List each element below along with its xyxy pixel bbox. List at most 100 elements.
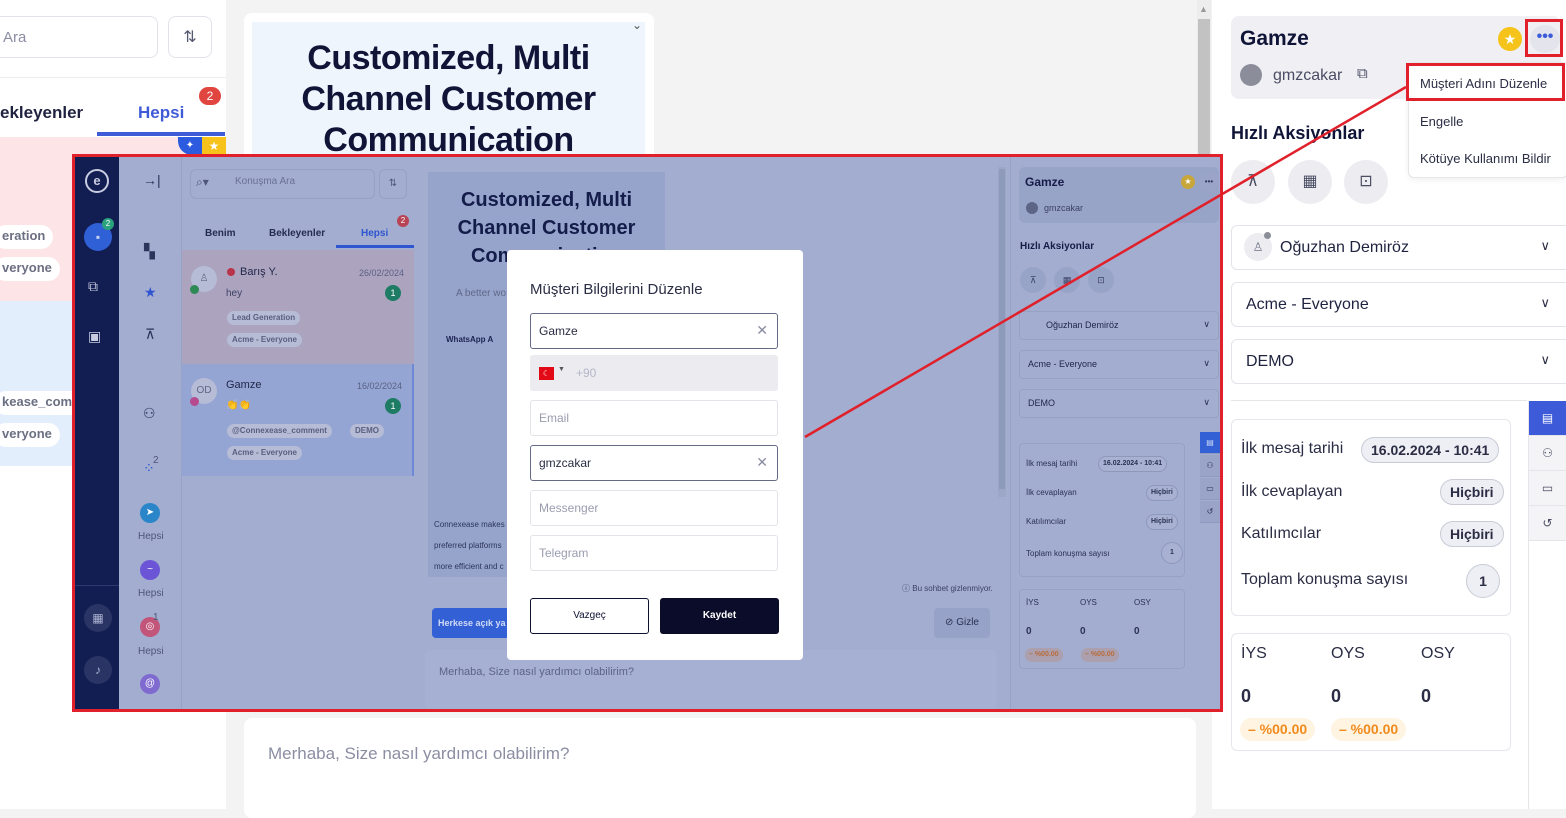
phone-input[interactable]: ☾ ▼ +90 xyxy=(530,355,778,391)
team-select[interactable]: Acme - Everyone ∨ xyxy=(1231,282,1566,327)
side-tab-conversations[interactable]: ▭ xyxy=(1200,478,1220,500)
agent-select[interactable]: Oğuzhan Demiröz ∨ xyxy=(1019,311,1219,340)
logo-icon: e xyxy=(85,169,109,193)
search-placeholder: Konuşma Ara xyxy=(235,176,296,187)
sort-button[interactable]: ⇅ xyxy=(379,169,407,199)
info-label: İlk cevaplayan xyxy=(1026,488,1077,497)
turkey-flag-icon[interactable]: ☾ xyxy=(539,367,554,380)
star-icon[interactable]: ★ xyxy=(1498,27,1522,51)
history-icon: ↺ xyxy=(1542,516,1553,530)
side-tab-history[interactable]: ↺ xyxy=(1200,501,1220,523)
clear-icon[interactable]: ✕ xyxy=(756,322,768,339)
side-tab-history[interactable]: ↺ xyxy=(1529,506,1566,541)
users-icon[interactable]: ⚇ xyxy=(143,405,156,422)
telegram-input[interactable]: Telegram xyxy=(530,535,778,571)
conversation-date: 16/02/2024 xyxy=(357,381,403,391)
side-tab-participants[interactable]: ⚇ xyxy=(1200,455,1220,477)
info-label: Toplam konuşma sayısı xyxy=(1241,571,1409,588)
messenger-placeholder: Messenger xyxy=(539,501,599,515)
tab-hepsi[interactable]: Hepsi xyxy=(138,103,184,123)
menu-item-block[interactable]: Engelle xyxy=(1420,114,1463,129)
info-label: İlk mesaj tarihi xyxy=(1026,459,1078,468)
bell-icon[interactable]: ♪ xyxy=(84,656,112,684)
star-icon[interactable]: ★ xyxy=(144,284,157,301)
whatsapp-icon xyxy=(190,285,199,294)
team-select-value: Acme - Everyone xyxy=(1028,359,1098,369)
team-select[interactable]: Acme - Everyone ∨ xyxy=(1019,350,1219,379)
clear-icon[interactable]: ✕ xyxy=(756,454,768,471)
side-tab-conversations[interactable]: ▭ xyxy=(1529,471,1566,506)
search-icon[interactable]: ⌕▾ xyxy=(196,175,209,190)
pin-button[interactable]: ⊼ xyxy=(1020,267,1046,293)
tag-select[interactable]: DEMO ∨ xyxy=(1231,339,1566,384)
divider xyxy=(75,585,119,586)
tab-hepsi[interactable]: Hepsi xyxy=(361,228,388,239)
stat-change: – %00.00 xyxy=(1081,648,1119,662)
tasks-icon[interactable]: ▚ xyxy=(144,243,155,260)
email-icon[interactable]: @ xyxy=(140,674,160,694)
agent-select[interactable]: ♙ Oğuzhan Demiröz ∨ xyxy=(1231,225,1566,270)
archive-button[interactable]: ⊡ xyxy=(1344,160,1388,204)
pin-icon[interactable]: ⊼ xyxy=(145,326,155,343)
tab-bekleyenler[interactable]: Bekleyenler xyxy=(269,228,325,239)
messenger-icon[interactable]: ~ xyxy=(140,560,160,580)
info-label: Katılımcılar xyxy=(1026,517,1067,526)
message-composer[interactable]: Merhaba, Size nasıl yardımcı olabilirim? xyxy=(244,718,1196,818)
cancel-button[interactable]: Vazgeç xyxy=(530,598,649,634)
agent-select-value: Oğuzhan Demiröz xyxy=(1046,320,1119,330)
copy-icon[interactable]: ⧉ xyxy=(1357,65,1368,82)
menu-item-report-abuse[interactable]: Kötüye Kullanımı Bildir xyxy=(1420,151,1551,166)
scrollbar-thumb[interactable] xyxy=(999,169,1005,489)
tab-bekleyenler[interactable]: ekleyenler xyxy=(0,103,83,123)
dashboard-icon[interactable]: ▦ xyxy=(84,604,112,632)
side-tab-participants[interactable]: ⚇ xyxy=(1529,436,1566,471)
email-input[interactable]: Email xyxy=(530,400,778,436)
scrollbar-thumb[interactable] xyxy=(1198,19,1210,159)
schedule-button[interactable]: ▦ xyxy=(1288,160,1332,204)
side-tab-details[interactable]: ▤ xyxy=(1529,401,1566,436)
team-select-value: Acme - Everyone xyxy=(1246,296,1369,313)
document-icon: ▤ xyxy=(1541,411,1554,425)
tab-badge: 2 xyxy=(199,87,221,105)
tag-chip: DEMO xyxy=(350,424,384,438)
agent-select-value: Oğuzhan Demiröz xyxy=(1280,239,1409,256)
scroll-up-icon[interactable]: ▲ xyxy=(1199,4,1208,14)
highlighted-screenshot-inset: e ▪ 2 ⧉ ▣ ▦ ♪ →| ▚ ★ ⊼ ⚇ ⁘ 2 ➤ Hepsi ~ H… xyxy=(72,154,1223,712)
messenger-input[interactable]: Messenger xyxy=(530,490,778,526)
tag-select[interactable]: DEMO ∨ xyxy=(1019,389,1219,418)
caret-down-icon[interactable]: ▼ xyxy=(558,366,565,373)
archive-icon[interactable]: ▣ xyxy=(88,328,101,345)
composer-placeholder: Merhaba, Size nasıl yardımcı olabilirim? xyxy=(268,744,570,763)
modal-title: Müşteri Bilgilerini Düzenle xyxy=(530,281,703,298)
archive-button[interactable]: ⊡ xyxy=(1088,267,1114,293)
public-reply-button[interactable]: Herkese açık ya xyxy=(432,608,510,638)
pin-button[interactable]: ⊼ xyxy=(1231,160,1275,204)
name-input[interactable]: Gamze ✕ xyxy=(530,313,778,349)
save-button[interactable]: Kaydet xyxy=(660,598,779,634)
chevron-down-icon: ∨ xyxy=(1203,397,1210,407)
divider xyxy=(1231,400,1527,401)
team-chip: veryone xyxy=(0,257,60,281)
collapse-icon[interactable]: →| xyxy=(143,172,161,188)
tab-benim[interactable]: Benim xyxy=(205,228,236,239)
star-icon: ★ xyxy=(202,137,226,155)
stat-label: İYS xyxy=(1241,645,1267,662)
side-tab-details[interactable]: ▤ xyxy=(1200,432,1220,454)
sort-button[interactable]: ⇅ xyxy=(168,16,212,58)
star-icon[interactable]: ★ xyxy=(1181,175,1195,189)
schedule-button[interactable]: ▦ xyxy=(1054,267,1080,293)
unread-count: 1 xyxy=(385,398,401,414)
telegram-icon[interactable]: ➤ xyxy=(140,503,160,523)
info-value: Hiçbiri xyxy=(1440,479,1504,505)
instagram-input[interactable]: gmzcakar ✕ xyxy=(530,445,778,481)
users-icon: ⚇ xyxy=(1542,446,1553,460)
hide-button[interactable]: ⊘ Gizle xyxy=(934,608,990,638)
active-tab-indicator xyxy=(336,245,414,248)
conversation-search-input[interactable]: Ara xyxy=(0,16,158,58)
chats-icon[interactable]: ⧉ xyxy=(88,278,98,295)
chevron-down-icon[interactable]: ⌄ xyxy=(632,18,642,32)
stat-label: İYS xyxy=(1026,598,1039,607)
channel-label: Hepsi xyxy=(138,646,164,657)
more-options-button[interactable]: ••• xyxy=(1199,172,1219,192)
search-placeholder: Ara xyxy=(3,29,27,46)
